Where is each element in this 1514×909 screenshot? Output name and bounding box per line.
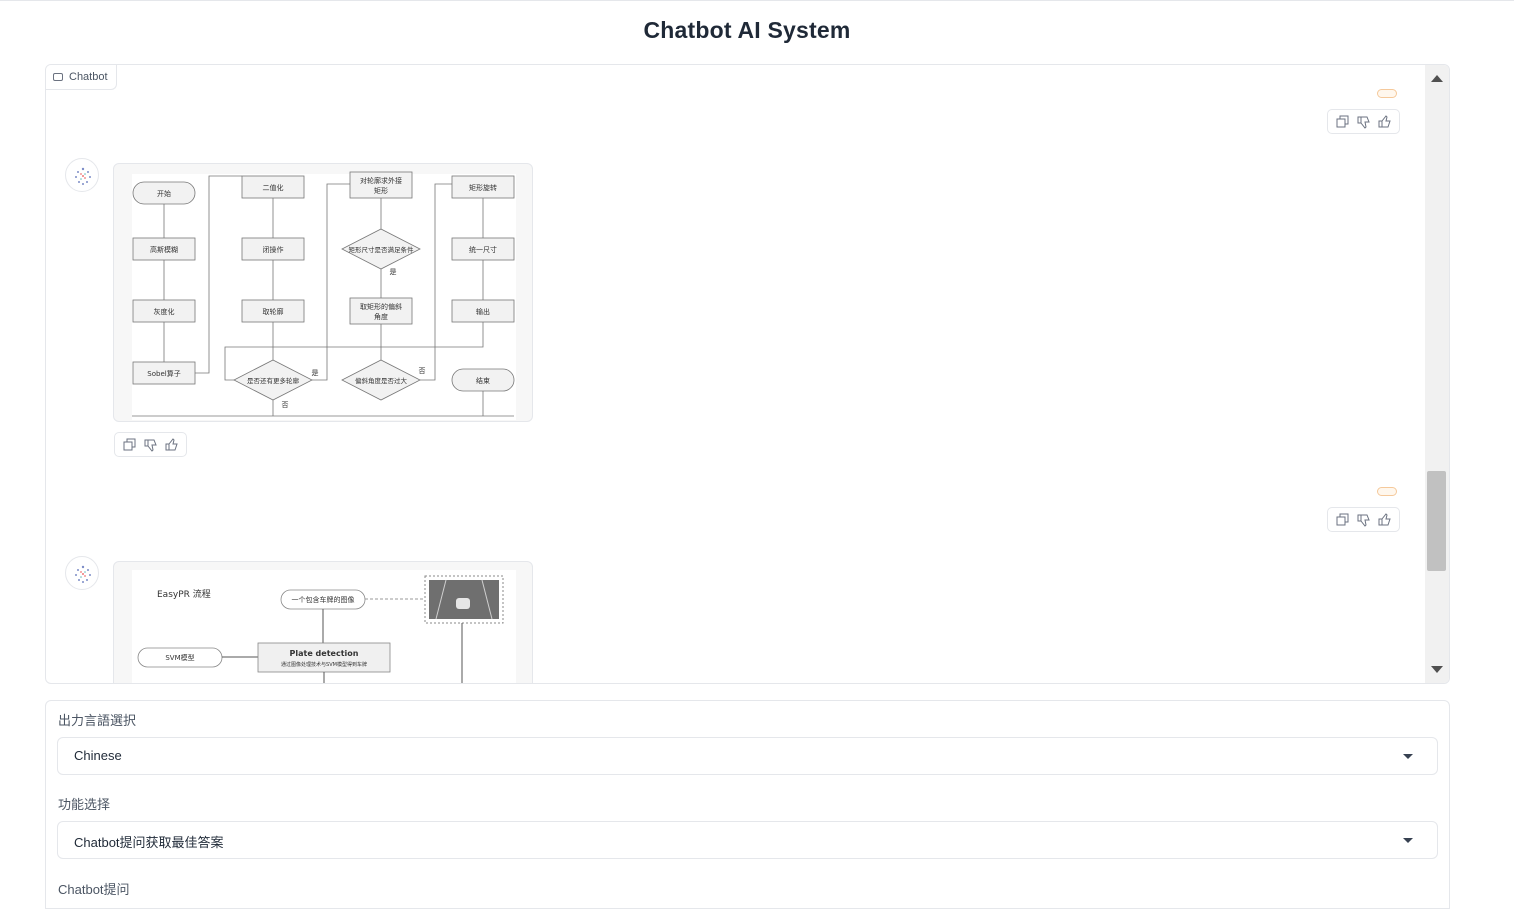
thumbs-down-icon[interactable] [1355,511,1372,528]
svg-text:偏斜角度是否过大: 偏斜角度是否过大 [355,376,408,385]
svg-text:否: 否 [282,401,289,409]
flowchart-image: 开始 高斯模糊 灰度化 Sobel算子 二值化 闭操作 取轮廓 是否还有更多轮廓… [132,171,516,420]
svg-text:SVM模型: SVM模型 [165,653,194,662]
function-select-value: Chatbot提问获取最佳答案 [74,835,224,850]
page-title: Chatbot AI System [643,17,851,43]
svg-text:是否还有更多轮廓: 是否还有更多轮廓 [247,376,300,385]
svg-text:矩形尺寸是否满足条件: 矩形尺寸是否满足条件 [349,245,415,254]
copy-icon[interactable] [1334,511,1351,528]
chevron-down-icon [1403,754,1413,759]
chatbot-panel[interactable]: Chatbot 开始 高斯模糊 灰度化 Sobel算子 二值化 闭操作 取轮廓 … [45,64,1450,684]
language-select-block: 出力言語選択 Chinese [45,700,1450,785]
svg-text:取轮廓: 取轮廓 [263,307,284,316]
svg-text:是: 是 [312,369,319,377]
svg-text:结束: 结束 [476,376,490,385]
thumbs-up-icon[interactable] [1376,113,1393,130]
top-divider [0,0,1514,1]
scroll-down-arrow-icon[interactable] [1431,666,1443,673]
chevron-down-icon [1403,838,1413,843]
chatbot-label: Chatbot [46,65,117,90]
message-actions [1327,109,1400,134]
svg-text:EasyPR 流程: EasyPR 流程 [157,588,211,600]
message-actions [1327,507,1400,532]
svg-text:是: 是 [390,268,397,276]
bot-avatar [65,556,99,590]
svg-text:输出: 输出 [476,307,490,316]
language-select[interactable]: Chinese [57,737,1438,775]
chat-bubble-icon [53,73,63,81]
question-block: Chatbot提问 [45,869,1450,909]
svg-text:取矩形的偏斜: 取矩形的偏斜 [360,302,402,311]
copy-icon[interactable] [121,436,138,453]
bot-image-message[interactable]: 开始 高斯模糊 灰度化 Sobel算子 二值化 闭操作 取轮廓 是否还有更多轮廓… [113,163,533,422]
svg-text:矩形: 矩形 [374,186,388,195]
svg-text:统一尺寸: 统一尺寸 [469,245,497,254]
user-message [1377,89,1397,98]
thumbs-up-icon[interactable] [163,436,180,453]
thumbs-up-icon[interactable] [1376,511,1393,528]
svg-text:闭操作: 闭操作 [263,245,284,254]
scroll-up-arrow-icon[interactable] [1431,75,1443,82]
question-label: Chatbot提问 [58,882,130,897]
language-select-value: Chinese [74,748,122,763]
copy-icon[interactable] [1334,113,1351,130]
svg-text:灰度化: 灰度化 [154,307,175,316]
bot-image-message[interactable]: EasyPR 流程 一个包含车牌的图像 SVM模型 Plate detectio… [113,561,533,683]
svg-text:Sobel算子: Sobel算子 [147,369,180,378]
thumbs-down-icon[interactable] [1355,113,1372,130]
svg-text:角度: 角度 [374,312,388,321]
thumbs-down-icon[interactable] [142,436,159,453]
function-select-block: 功能选择 Chatbot提问获取最佳答案 [45,784,1450,870]
function-select[interactable]: Chatbot提问获取最佳答案 [57,821,1438,859]
svg-text:高斯模糊: 高斯模糊 [150,245,178,254]
svg-text:对轮廓求外接: 对轮廓求外接 [360,176,402,185]
function-select-label: 功能选择 [58,797,111,812]
chat-scrollbar[interactable] [1425,65,1449,683]
scroll-thumb[interactable] [1427,471,1446,571]
easypr-flow-image: EasyPR 流程 一个包含车牌的图像 SVM模型 Plate detectio… [132,570,516,683]
svg-text:矩形旋转: 矩形旋转 [469,183,497,192]
language-select-label: 出力言語選択 [58,713,137,728]
user-message [1377,487,1397,496]
svg-text:一个包含车牌的图像: 一个包含车牌的图像 [292,595,355,604]
svg-text:通过图像处理技术与SVM模型得到车牌: 通过图像处理技术与SVM模型得到车牌 [281,661,367,668]
svg-text:Plate detection: Plate detection [290,649,359,658]
svg-text:开始: 开始 [157,189,171,198]
chatbot-label-text: Chatbot [69,71,108,83]
bot-avatar [65,158,99,192]
bot-message-actions [114,432,187,457]
svg-text:否: 否 [419,367,426,375]
svg-text:二值化: 二值化 [263,183,284,192]
